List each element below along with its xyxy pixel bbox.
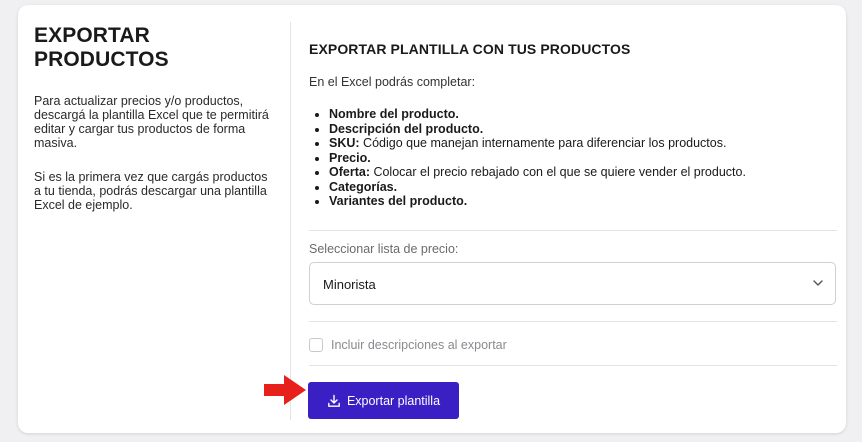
list-item: Precio.: [329, 151, 746, 166]
export-button-label: Exportar plantilla: [346, 393, 441, 408]
chevron-down-icon: [813, 280, 823, 286]
list-item-bold: Descripción del producto.: [329, 121, 484, 136]
horizontal-divider: [309, 365, 837, 366]
price-list-label: Seleccionar lista de precio:: [309, 242, 459, 256]
vertical-divider: [290, 22, 291, 420]
list-item-text: Colocar el precio rebajado con el que se…: [369, 165, 746, 179]
export-template-title: EXPORTAR PLANTILLA CON TUS PRODUCTOS: [309, 41, 631, 57]
list-item-bold: Variantes del producto.: [329, 194, 468, 208]
download-icon: [328, 394, 340, 407]
include-descriptions-checkbox[interactable]: [309, 338, 323, 352]
list-item: Nombre del producto.: [329, 107, 746, 122]
excel-fields-list: Nombre del producto. Descripción del pro…: [309, 107, 746, 209]
export-template-button[interactable]: Exportar plantilla: [308, 382, 459, 419]
list-item-bold: Categorías.: [329, 179, 398, 194]
red-arrow-icon: [264, 375, 306, 405]
excel-intro-text: En el Excel podrás completar:: [309, 75, 476, 89]
list-item: Descripción del producto.: [329, 122, 746, 137]
include-descriptions-label[interactable]: Incluir descripciones al exportar: [331, 338, 507, 352]
section-description-secondary: Si es la primera vez que cargás producto…: [34, 170, 268, 212]
horizontal-divider: [309, 230, 837, 231]
list-item: Categorías.: [329, 180, 746, 195]
section-description: Para actualizar precios y/o productos, d…: [34, 94, 269, 150]
price-list-selected-value: Minorista: [323, 277, 376, 292]
list-item: Variantes del producto.: [329, 194, 746, 209]
list-item-text: Código que manejan internamente para dif…: [359, 136, 727, 150]
section-title: EXPORTAR PRODUCTOS: [34, 24, 169, 71]
list-item-bold: Nombre del producto.: [329, 107, 459, 121]
price-list-select[interactable]: Minorista: [309, 262, 836, 305]
list-item-bold: Oferta:: [329, 165, 370, 179]
list-item-bold: Precio.: [329, 150, 371, 165]
list-item: SKU: Código que manejan internamente par…: [329, 136, 746, 151]
list-item-bold: SKU:: [329, 136, 360, 150]
horizontal-divider: [309, 321, 837, 322]
list-item: Oferta: Colocar el precio rebajado con e…: [329, 165, 746, 180]
